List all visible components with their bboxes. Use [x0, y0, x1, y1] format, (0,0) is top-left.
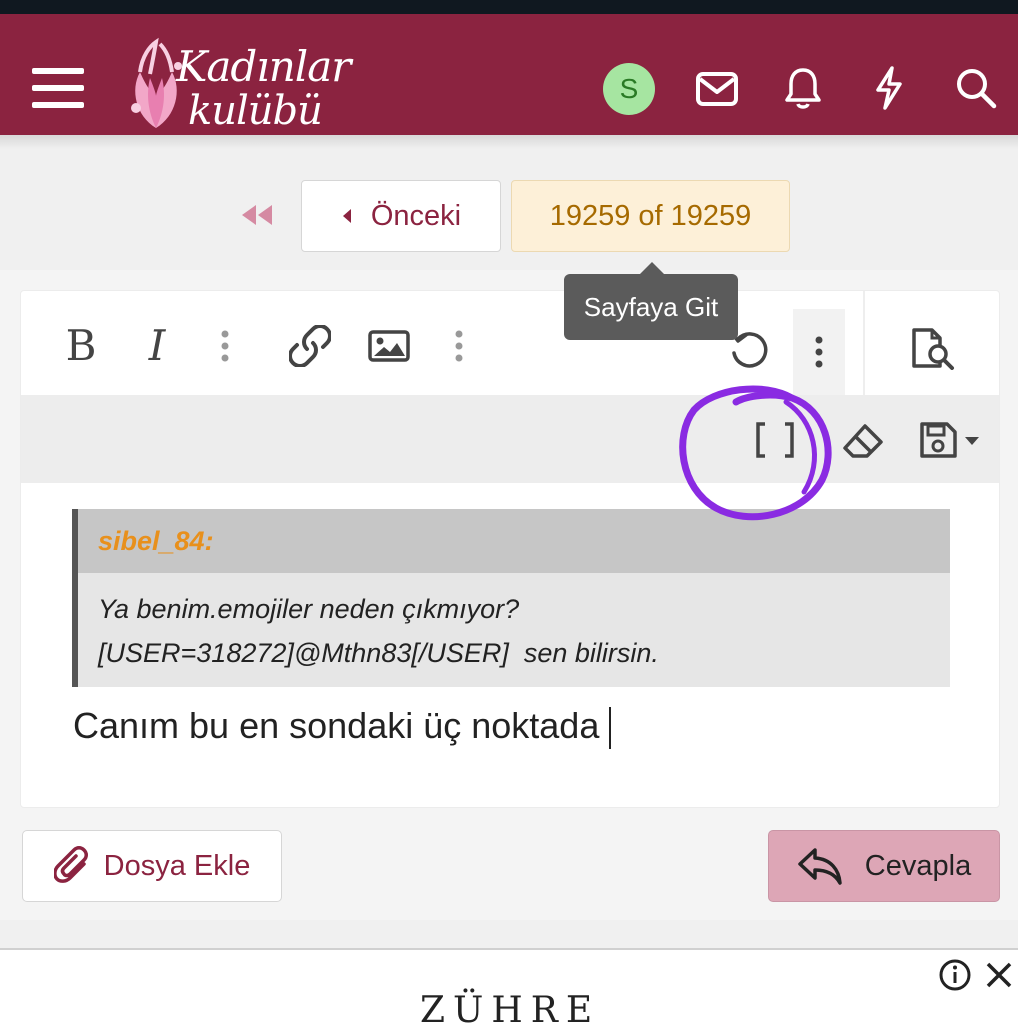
search-button[interactable]: [948, 60, 1004, 116]
bolt-icon: [876, 66, 902, 110]
text-options-button[interactable]: [207, 321, 243, 371]
status-bar: [0, 0, 1018, 14]
site-header: Kadınlar kulübü S: [0, 14, 1018, 135]
bbcode-toggle-button[interactable]: [749, 415, 801, 465]
eraser-icon: [843, 424, 883, 458]
insert-link-button[interactable]: [285, 321, 335, 371]
more-vertical-icon: [455, 330, 463, 362]
quote-body: Ya benim.emojiler neden çıkmıyor? [USER=…: [78, 573, 950, 675]
search-icon: [957, 69, 997, 109]
drafts-button[interactable]: [911, 415, 991, 465]
first-page-button[interactable]: [234, 195, 278, 235]
link-icon: [289, 325, 331, 367]
whats-new-button[interactable]: [862, 60, 916, 116]
italic-button[interactable]: I: [133, 315, 181, 375]
previous-page-label: Önceki: [370, 199, 462, 232]
bold-button[interactable]: B: [57, 315, 105, 375]
preview-icon: [912, 328, 954, 370]
post-reply-label: Cevapla: [864, 849, 972, 882]
more-options-button[interactable]: [793, 309, 845, 395]
inbox-button[interactable]: [690, 62, 744, 116]
save-draft-icon: [920, 422, 979, 458]
text-caret: [609, 707, 612, 750]
remove-formatting-button[interactable]: [837, 415, 889, 465]
notifications-button[interactable]: [776, 60, 830, 116]
tooltip-arrow: [640, 262, 664, 274]
mail-icon: [696, 72, 738, 106]
page-jump-button[interactable]: 19259 of 19259: [511, 180, 790, 252]
previous-page-button[interactable]: Önceki: [301, 180, 501, 252]
reply-icon: [798, 848, 842, 885]
quote-line: Ya benim.emojiler neden çıkmıyor?: [98, 594, 520, 624]
reply-text-input[interactable]: Canım bu en sondaki üç noktada: [73, 705, 612, 750]
image-icon: [368, 330, 410, 362]
quote-line: [USER=318272]@Mthn83[/USER] sen bilirsin…: [98, 638, 659, 668]
logo-text-top: Kadınlar: [176, 42, 351, 91]
advertisement[interactable]: ZÜHRE: [0, 948, 1018, 1024]
user-avatar[interactable]: S: [603, 63, 655, 115]
attach-files-button[interactable]: Dosya Ekle: [22, 830, 282, 902]
quoted-post: sibel_84: Ya benim.emojiler neden çıkmıy…: [72, 509, 950, 687]
reply-editor[interactable]: B I sibel_84: Ya benim.emojiler neden çı…: [20, 290, 1000, 808]
menu-icon: [32, 68, 84, 108]
logo-text-bottom: kulübü: [188, 88, 323, 134]
ad-info-icon[interactable]: [938, 958, 972, 992]
ad-close-icon[interactable]: [982, 958, 1016, 992]
double-left-icon: [242, 205, 272, 225]
post-reply-button[interactable]: Cevapla: [768, 830, 1000, 902]
quote-author: sibel_84:: [78, 509, 950, 573]
page-jump-tooltip: Sayfaya Git: [564, 274, 738, 340]
paperclip-icon: [53, 846, 88, 883]
bell-icon: [785, 68, 821, 109]
menu-button[interactable]: [26, 56, 90, 120]
toolbar-divider: [863, 291, 865, 395]
preview-button[interactable]: [905, 321, 961, 375]
more-vertical-icon: [221, 330, 229, 362]
caret-left-icon: [342, 209, 351, 223]
more-vertical-icon: [815, 336, 823, 368]
editor-toolbar-primary: B I: [21, 291, 999, 395]
reply-text: Canım bu en sondaki üç noktada: [73, 705, 600, 746]
brackets-icon: [756, 422, 794, 458]
insert-image-button[interactable]: [363, 321, 415, 371]
ad-brand-text: ZÜHRE: [420, 990, 601, 1024]
editor-toolbar-secondary: [21, 395, 999, 483]
attach-files-label: Dosya Ekle: [103, 849, 251, 882]
header-shadow: [0, 135, 1018, 149]
site-logo[interactable]: Kadınlar kulübü: [126, 36, 376, 140]
insert-options-button[interactable]: [441, 321, 477, 371]
